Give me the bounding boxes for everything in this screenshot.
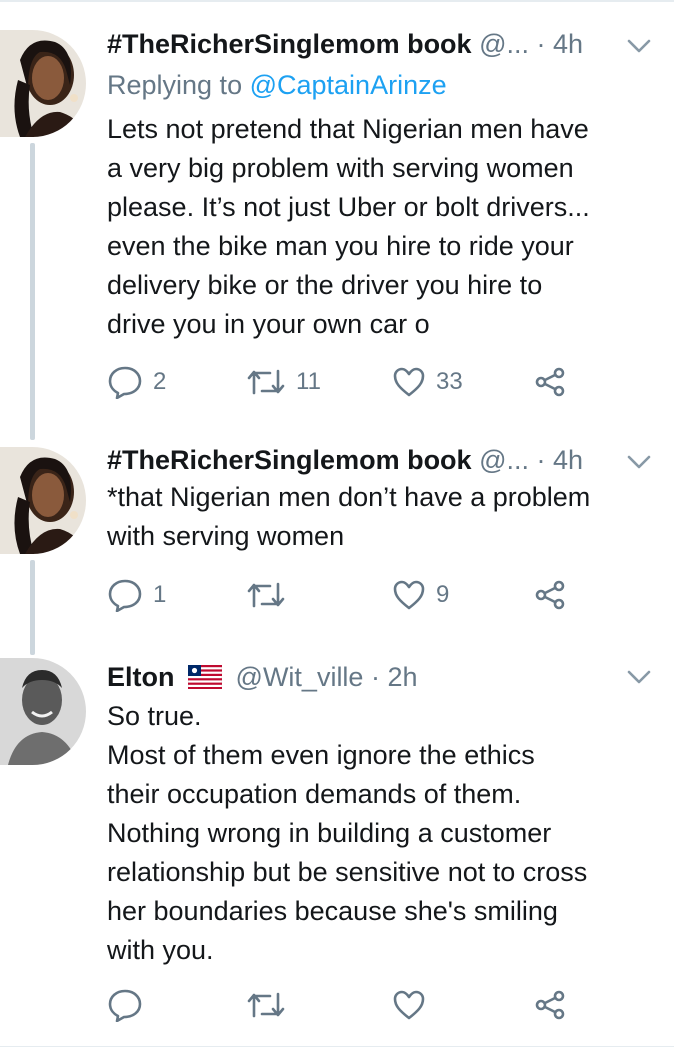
- reply-icon: [108, 989, 142, 1022]
- retweet-icon: [247, 369, 285, 395]
- reply-icon: [108, 579, 142, 612]
- thread-line: [30, 143, 35, 440]
- tweet-text: Lets not pretend that Nigerian men have …: [107, 114, 590, 339]
- bottom-divider: [0, 1046, 674, 1047]
- reply-to-link[interactable]: @CaptainArinze: [250, 70, 447, 100]
- retweet-button[interactable]: 11: [246, 362, 321, 402]
- like-count: 9: [436, 581, 450, 608]
- reply-button[interactable]: [107, 985, 153, 1025]
- retweet-icon: [247, 992, 285, 1018]
- chevron-down-icon[interactable]: [626, 667, 652, 687]
- tweet-text: *that Nigerian men don’t have a problem …: [107, 482, 591, 551]
- reply-count: 1: [153, 581, 167, 608]
- reply-button[interactable]: 1: [107, 575, 166, 615]
- chevron-down-icon[interactable]: [626, 36, 652, 56]
- tweet-1[interactable]: #TheRicherSinglemom book @... · 4h Reply…: [0, 0, 674, 440]
- display-name[interactable]: #TheRicherSinglemom book: [107, 29, 472, 59]
- tweet-actions: 2 11 33: [107, 362, 647, 402]
- like-count: 33: [436, 368, 463, 395]
- avatar[interactable]: [0, 447, 86, 554]
- display-name[interactable]: Elton: [107, 662, 175, 692]
- share-icon: [535, 990, 565, 1020]
- separator-dot: ·: [536, 445, 554, 475]
- share-icon: [535, 580, 565, 610]
- share-icon: [535, 367, 565, 397]
- handle[interactable]: @Wit_ville: [236, 662, 364, 692]
- retweet-button[interactable]: [246, 985, 296, 1025]
- display-name[interactable]: #TheRicherSinglemom book: [107, 445, 472, 475]
- reply-count: 2: [153, 368, 167, 395]
- tweet-3[interactable]: Elton @Wit_ville · 2h So true. Most of t…: [0, 645, 674, 1057]
- tweet-header: #TheRicherSinglemom book @... · 4h: [107, 440, 627, 480]
- like-icon: [393, 367, 425, 397]
- retweet-count: 11: [296, 368, 321, 395]
- like-button[interactable]: [392, 985, 436, 1025]
- share-button[interactable]: [534, 362, 566, 402]
- tweet-header: Elton @Wit_ville · 2h: [107, 657, 627, 697]
- replying-to: Replying to @CaptainArinze: [107, 70, 447, 100]
- tweet-actions: 1 9: [107, 575, 647, 615]
- avatar[interactable]: [0, 658, 86, 765]
- tweet-actions: [107, 985, 647, 1025]
- tweet-header: #TheRicherSinglemom book @... · 4h: [107, 24, 627, 64]
- timestamp[interactable]: 4h: [553, 445, 583, 475]
- reply-icon: [108, 366, 142, 399]
- share-button[interactable]: [534, 575, 566, 615]
- separator-dot: ·: [536, 29, 554, 59]
- handle[interactable]: @...: [479, 29, 529, 59]
- reply-button[interactable]: 2: [107, 362, 166, 402]
- tweet-text: So true. Most of them even ignore the et…: [107, 701, 588, 965]
- like-icon: [393, 990, 425, 1020]
- handle[interactable]: @...: [479, 445, 529, 475]
- chevron-down-icon[interactable]: [626, 452, 652, 472]
- retweet-button[interactable]: [246, 575, 296, 615]
- tweet-2[interactable]: #TheRicherSinglemom book @... · 4h *that…: [0, 430, 674, 655]
- like-icon: [393, 580, 425, 610]
- thread-line: [30, 560, 35, 655]
- avatar[interactable]: [0, 30, 86, 137]
- share-button[interactable]: [534, 985, 566, 1025]
- separator-dot: ·: [370, 662, 388, 692]
- retweet-icon: [247, 582, 285, 608]
- like-button[interactable]: 9: [392, 575, 449, 615]
- timestamp[interactable]: 2h: [387, 662, 417, 692]
- flag-liberia-icon: [187, 660, 223, 697]
- like-button[interactable]: 33: [392, 362, 463, 402]
- timestamp[interactable]: 4h: [553, 29, 583, 59]
